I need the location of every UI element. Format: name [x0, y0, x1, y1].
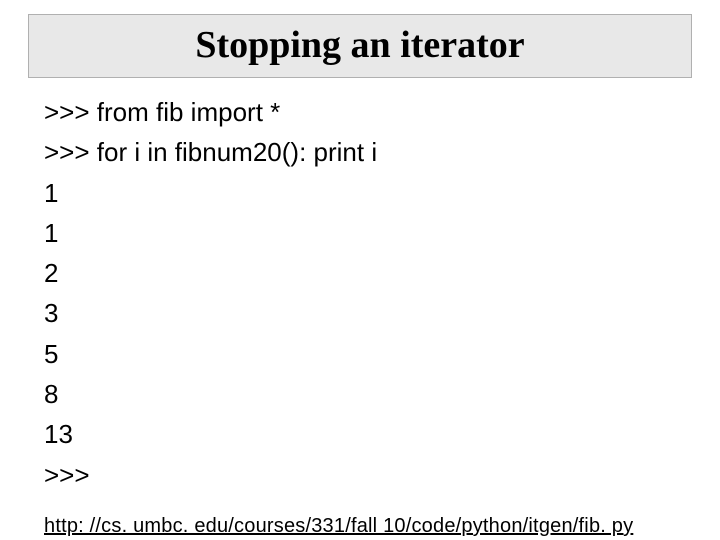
title-bar: Stopping an iterator: [28, 14, 692, 78]
code-line: >>> for i in fibnum20(): print i: [44, 132, 680, 172]
code-line: 8: [44, 374, 680, 414]
code-line: 3: [44, 293, 680, 333]
slide-title: Stopping an iterator: [195, 24, 524, 66]
code-block: >>> from fib import * >>> for i in fibnu…: [44, 92, 680, 495]
slide: Stopping an iterator >>> from fib import…: [0, 14, 720, 540]
code-line: 5: [44, 334, 680, 374]
code-line: 1: [44, 173, 680, 213]
code-line: 13: [44, 414, 680, 454]
code-line: >>>: [44, 455, 680, 495]
code-line: >>> from fib import *: [44, 92, 680, 132]
code-line: 1: [44, 213, 680, 253]
code-line: 2: [44, 253, 680, 293]
source-link[interactable]: http: //cs. umbc. edu/courses/331/fall 1…: [44, 515, 633, 538]
